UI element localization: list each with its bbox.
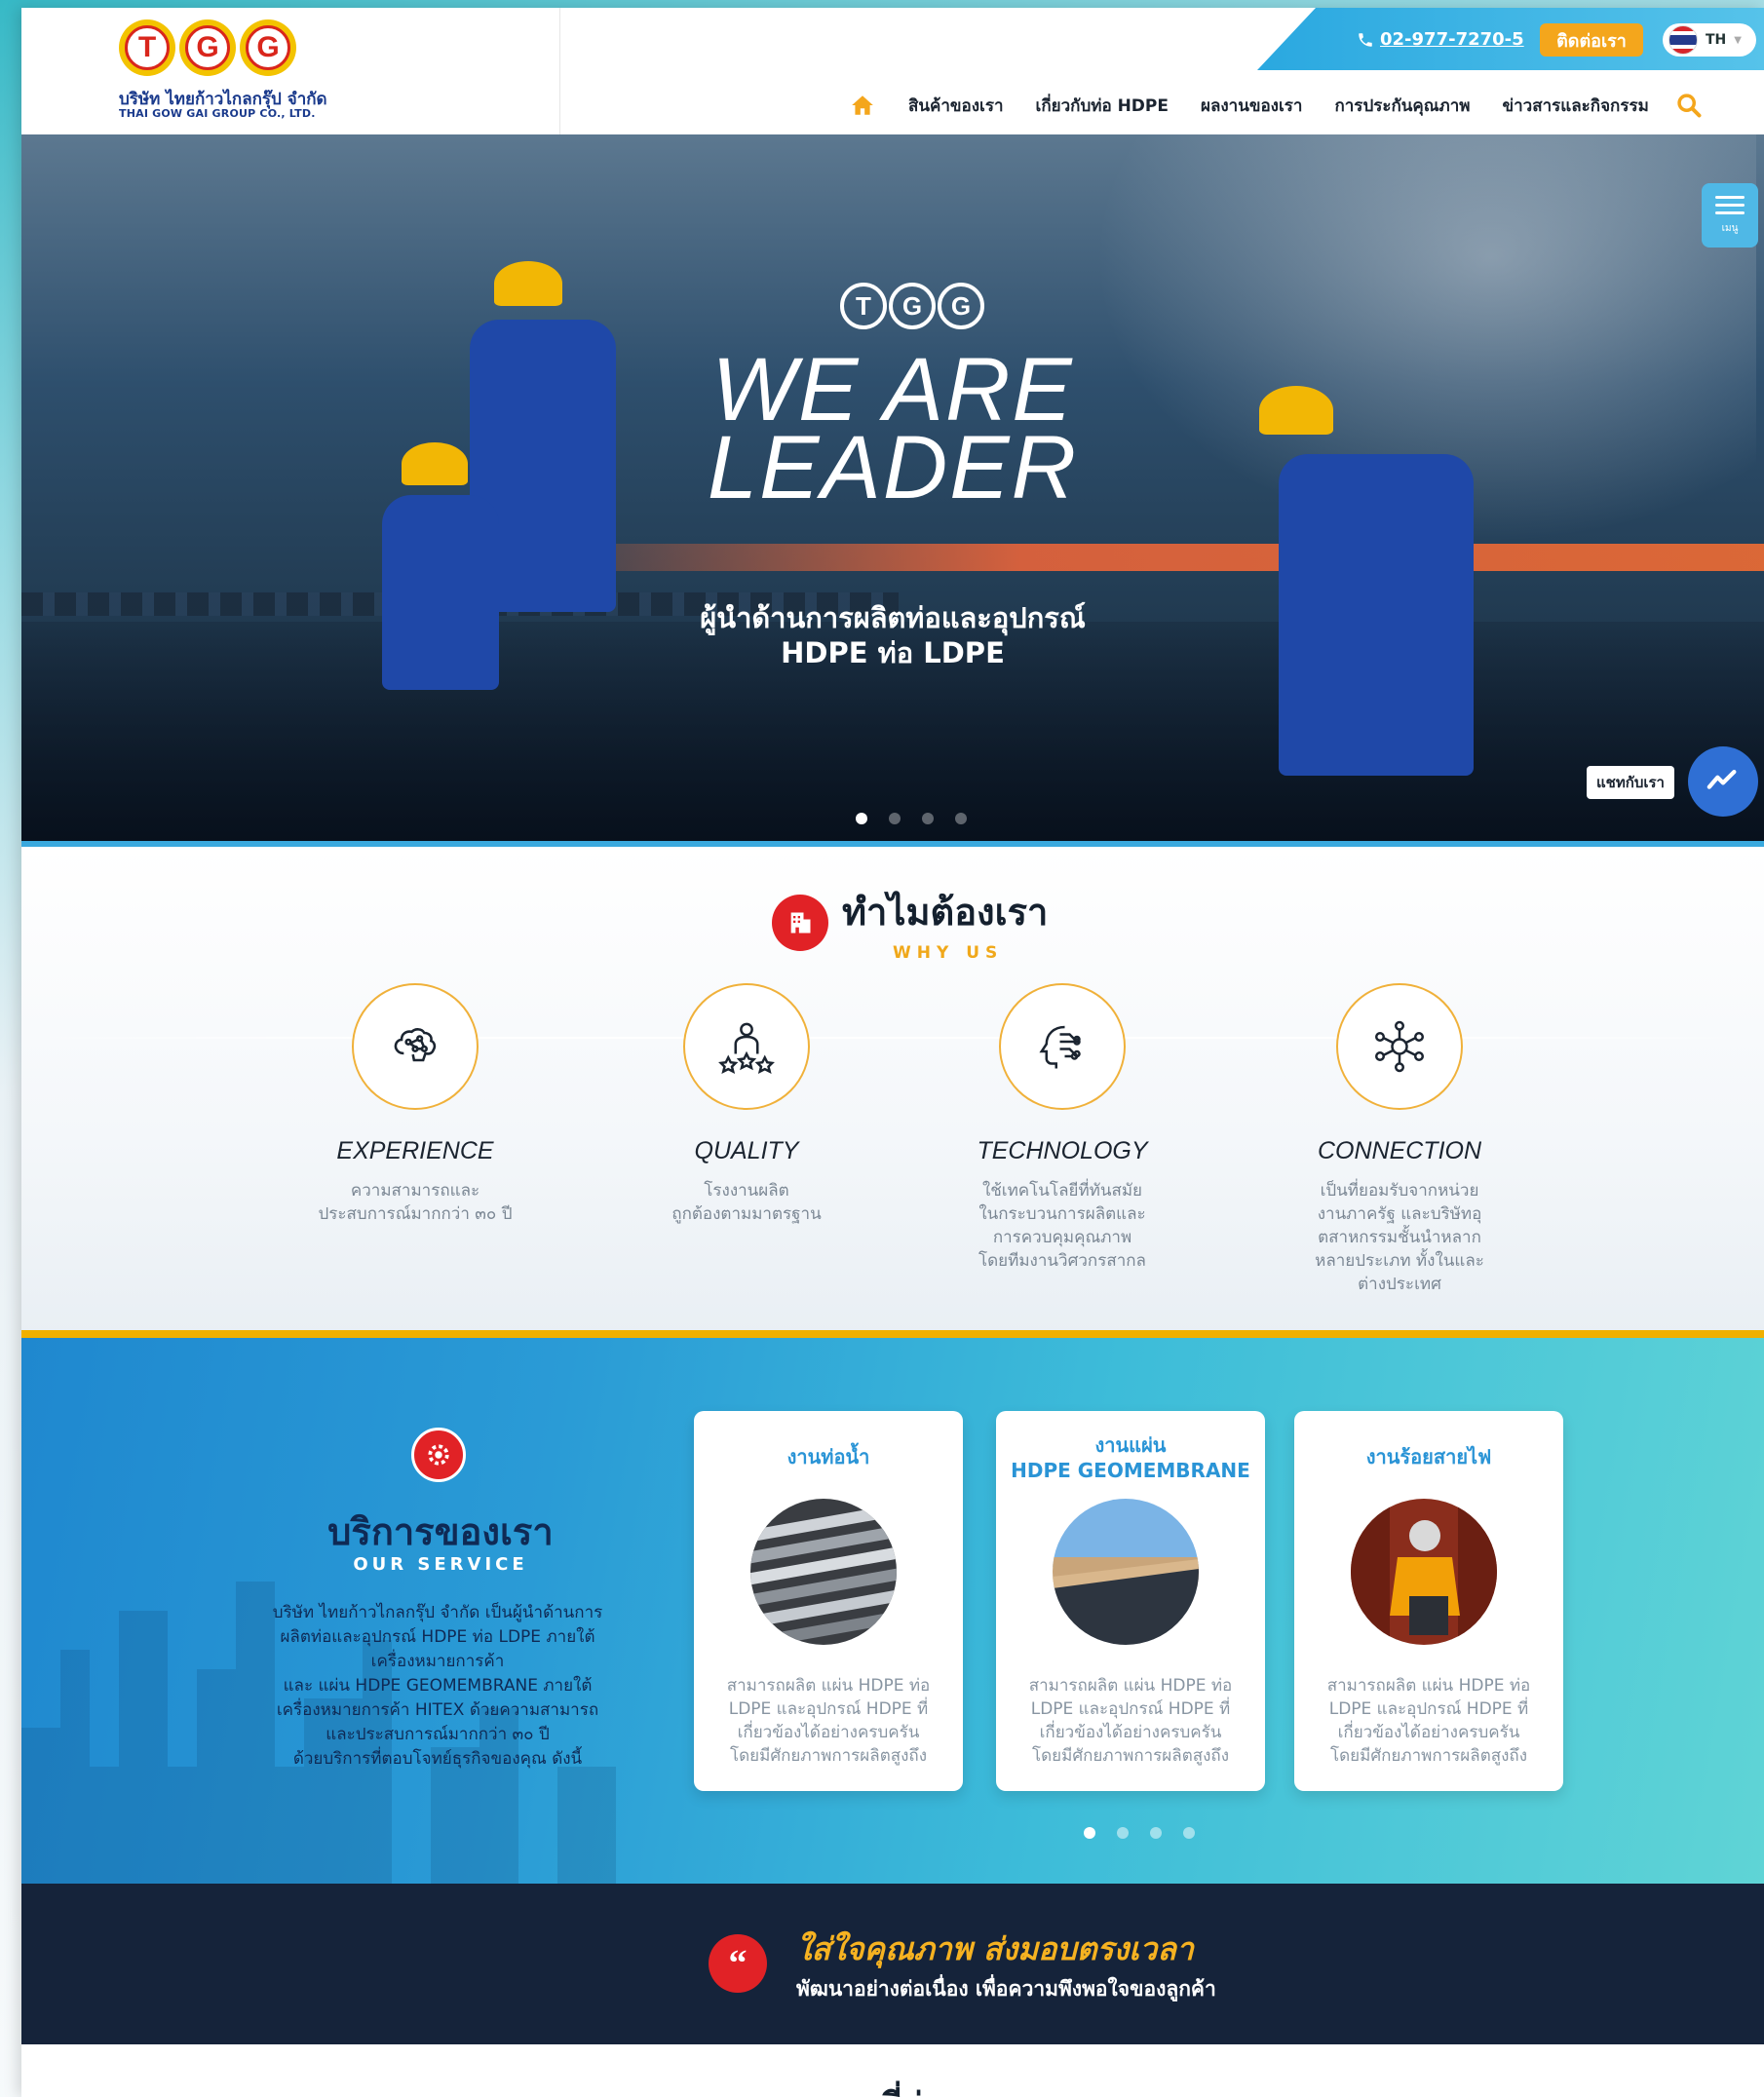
thai-flag-icon bbox=[1668, 25, 1698, 55]
phone-icon bbox=[1359, 32, 1372, 47]
service-card-title: งานท่อน้ำ bbox=[786, 1445, 870, 1468]
nav-item-news[interactable]: ข่าวสารและกิจกรรม bbox=[1503, 93, 1649, 119]
geomembrane-image bbox=[1053, 1499, 1199, 1645]
slider-dot[interactable] bbox=[955, 813, 967, 824]
hero-slider-dots bbox=[856, 813, 967, 824]
hot-steel-bar bbox=[528, 544, 1764, 571]
circuit-head-icon bbox=[1039, 1025, 1081, 1069]
search-icon[interactable] bbox=[1675, 92, 1703, 119]
site-header: T G G บริษัท ไทยก้าวไกลกรุ๊ป จำกัด THAI … bbox=[21, 8, 1764, 134]
why-us-title: ทำไมต้องเรา bbox=[842, 891, 1049, 934]
side-menu-button[interactable]: เมนู bbox=[1702, 183, 1758, 248]
logo-letter: T bbox=[125, 25, 170, 70]
why-us-heading: ทำไมต้องเรา WHY US bbox=[772, 882, 1048, 963]
services-section: บริการของเรา OUR SERVICE บริษัท ไทยก้าวไ… bbox=[21, 1338, 1764, 1884]
services-description: บริษัท ไทยก้าวไกลกรุ๊ป จำกัด เป็นผู้นำด้… bbox=[272, 1603, 603, 1769]
cable-work-image bbox=[1351, 1499, 1497, 1645]
hero-brand-letter: G bbox=[889, 283, 936, 329]
hero-title-line: WE ARE bbox=[711, 340, 1074, 439]
hero-subtitle: ผู้นำด้านการผลิตท่อและอุปกรณ์ HDPE ท่อ L… bbox=[21, 600, 1764, 670]
banner-title: ใส่ใจคุณภาพ ส่งมอบตรงเวลา bbox=[796, 1930, 1194, 1967]
slider-dot[interactable] bbox=[1150, 1827, 1162, 1839]
slider-dot[interactable] bbox=[1183, 1827, 1195, 1839]
chevron-down-icon: ▼ bbox=[1734, 34, 1742, 46]
why-us-subtitle: WHY US bbox=[893, 943, 1004, 963]
portfolio-title: ผลงานที่ผ่านมา bbox=[21, 2078, 1764, 2097]
slider-dot[interactable] bbox=[1117, 1827, 1129, 1839]
browser-page: T G G บริษัท ไทยก้าวไกลกรุ๊ป จำกัด THAI … bbox=[21, 8, 1764, 2097]
why-card-technology: TECHNOLOGY ใช้เทคโนโลยีที่ทันสมัย ในกระบ… bbox=[916, 983, 1208, 1273]
language-selector[interactable]: TH ▼ bbox=[1663, 23, 1756, 57]
logo[interactable]: T G G บริษัท ไทยก้าวไกลกรุ๊ป จำกัด THAI … bbox=[21, 8, 560, 134]
quality-banner: “ ใส่ใจคุณภาพ ส่งมอบตรงเวลา พัฒนาอย่างต่… bbox=[21, 1884, 1764, 2044]
hero-brand-letter: T bbox=[840, 283, 887, 329]
service-card-text: สามารถผลิต แผ่น HDPE ท่อ LDPE และอุปกรณ์… bbox=[726, 1676, 931, 1766]
why-card-experience: EXPERIENCE ความสามารถและ ประสบการณ์มากกว… bbox=[269, 983, 561, 1226]
why-card-desc: ใช้เทคโนโลยีที่ทันสมัย ในกระบวนการผลิตแล… bbox=[978, 1181, 1146, 1271]
service-card-title: งานร้อยสายไฟ bbox=[1365, 1445, 1492, 1468]
hero-title-line: LEADER bbox=[707, 418, 1079, 517]
slider-dot[interactable] bbox=[922, 813, 934, 824]
gear-icon bbox=[411, 1428, 466, 1482]
hero-title: WE ARE LEADER bbox=[21, 340, 1764, 517]
banner-subtitle: พัฒนาอย่างต่อเนื่อง เพื่อความพึงพอใจของล… bbox=[796, 1977, 1216, 2001]
services-slider-dots bbox=[1084, 1827, 1195, 1839]
why-card-title: QUALITY bbox=[694, 1137, 799, 1164]
pipes-image bbox=[750, 1499, 897, 1645]
chat-label[interactable]: แชทกับเรา bbox=[1587, 766, 1674, 799]
hero-banner: T G G WE ARE LEADER ผู้นำด้านการผลิตท่อแ… bbox=[21, 134, 1764, 846]
portfolio-section: ผลงานที่ผ่านมา bbox=[21, 2044, 1764, 2097]
service-card-text: สามารถผลิต แผ่น HDPE ท่อ LDPE และอุปกรณ์… bbox=[1028, 1676, 1233, 1766]
nav-item-products[interactable]: สินค้าของเรา bbox=[908, 93, 1004, 119]
hero-brand-letter: G bbox=[938, 283, 984, 329]
logo-letter: G bbox=[185, 25, 230, 70]
network-people-icon bbox=[1375, 1020, 1424, 1073]
hero-subtitle-line: HDPE ท่อ LDPE bbox=[781, 636, 1005, 669]
service-card-cable-conduit[interactable]: งานร้อยสายไฟ สามารถผลิต แผ่น HDPE ท่อ LD… bbox=[1294, 1411, 1563, 1791]
chat-icon bbox=[1706, 769, 1737, 789]
why-card-desc: โรงงานผลิต ถูกต้องตามมาตรฐาน bbox=[671, 1181, 822, 1224]
nav-item-quality[interactable]: การประกันคุณภาพ bbox=[1334, 93, 1470, 119]
service-card-title: งานแผ่น HDPE GEOMEMBRANE bbox=[1011, 1433, 1250, 1482]
contact-button[interactable]: ติดต่อเรา bbox=[1540, 23, 1643, 57]
hamburger-icon bbox=[1715, 195, 1745, 199]
why-card-quality: QUALITY โรงงานผลิต ถูกต้องตามมาตรฐาน bbox=[600, 983, 893, 1226]
logo-letter: G bbox=[246, 25, 290, 70]
phone-link[interactable]: 02-977-7270-5 bbox=[1357, 29, 1524, 50]
building-icon bbox=[772, 894, 828, 951]
why-card-title: TECHNOLOGY bbox=[977, 1137, 1148, 1164]
slider-dot[interactable] bbox=[856, 813, 867, 824]
service-card-water-pipe[interactable]: งานท่อน้ำ สามารถผลิต แผ่น HDPE ท่อ LDPE … bbox=[694, 1411, 963, 1791]
nav-item-about-hdpe[interactable]: เกี่ยวกับท่อ HDPE bbox=[1036, 93, 1169, 119]
slider-dot[interactable] bbox=[889, 813, 901, 824]
service-card-text: สามารถผลิต แผ่น HDPE ท่อ LDPE และอุปกรณ์… bbox=[1326, 1676, 1531, 1766]
nav-item-portfolio[interactable]: ผลงานของเรา bbox=[1201, 93, 1302, 119]
quote-icon: “ bbox=[709, 1934, 767, 1993]
person-stars-icon bbox=[718, 1022, 775, 1074]
why-card-title: EXPERIENCE bbox=[336, 1137, 494, 1164]
phone-number[interactable]: 02-977-7270-5 bbox=[1380, 29, 1524, 50]
menu-label: เมนู bbox=[1721, 222, 1739, 234]
language-label: TH bbox=[1706, 32, 1727, 48]
hero-subtitle-line: ผู้นำด้านการผลิตท่อและอุปกรณ์ bbox=[700, 601, 1086, 634]
brain-network-icon bbox=[394, 1028, 437, 1062]
why-us-section: ทำไมต้องเรา WHY US EXPERIENCE ความสามารถ… bbox=[21, 847, 1764, 1334]
services-title: บริการของเรา bbox=[327, 1510, 554, 1553]
why-card-title: CONNECTION bbox=[1317, 1137, 1482, 1164]
hero-brand-mark: T G G bbox=[840, 283, 984, 329]
chat-button[interactable] bbox=[1688, 746, 1758, 817]
home-icon[interactable] bbox=[850, 93, 875, 118]
main-nav: สินค้าของเรา เกี่ยวกับท่อ HDPE ผลงานของเ… bbox=[850, 88, 1703, 123]
logo-mark: T G G bbox=[119, 19, 296, 76]
service-card-geomembrane[interactable]: งานแผ่น HDPE GEOMEMBRANE สามารถผลิต แผ่น… bbox=[996, 1411, 1265, 1791]
slider-dot[interactable] bbox=[1084, 1827, 1095, 1839]
services-subtitle: OUR SERVICE bbox=[353, 1554, 528, 1575]
why-card-desc: เป็นที่ยอมรับจากหน่วย งานภาครัฐ และบริษั… bbox=[1315, 1181, 1484, 1294]
why-card-connection: CONNECTION เป็นที่ยอมรับจากหน่วย งานภาคร… bbox=[1253, 983, 1546, 1296]
why-card-desc: ความสามารถและ ประสบการณ์มากกว่า ๓๐ ปี bbox=[318, 1181, 513, 1224]
company-name-en: THAI GOW GAI GROUP CO., LTD. bbox=[119, 107, 316, 120]
